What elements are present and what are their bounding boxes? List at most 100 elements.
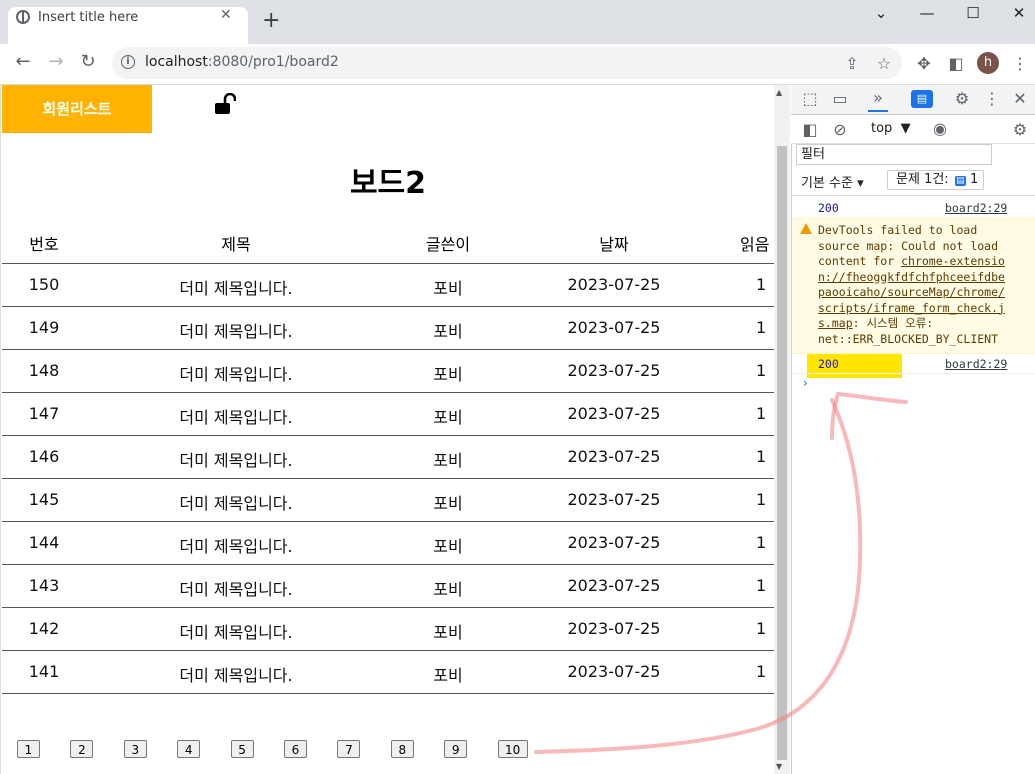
cell-date: 2023-07-25 (567, 447, 661, 466)
clear-console-icon[interactable]: ⊘ (830, 120, 850, 139)
table-row-divider (2, 564, 774, 565)
console-log-value: 200 (818, 201, 839, 215)
page-button[interactable]: 3 (123, 740, 147, 758)
cell-date: 2023-07-25 (567, 662, 661, 681)
console-log-source-link[interactable]: board2:29 (945, 357, 1007, 371)
cell-author: 포비 (433, 666, 463, 685)
tab-title: Insert title here (38, 10, 139, 25)
cell-no: 147 (28, 404, 60, 423)
extensions-icon[interactable]: ✥ (914, 54, 934, 73)
console-message-icon[interactable]: ▤ (911, 90, 933, 108)
sidepanel-icon[interactable]: ◧ (946, 54, 966, 73)
table-row-divider (2, 435, 774, 436)
column-header-date: 날짜 (599, 235, 629, 254)
info-icon[interactable]: i (121, 55, 135, 69)
cell-author: 포비 (433, 279, 463, 298)
cell-title[interactable]: 더미 제목입니다. (150, 662, 322, 686)
table-row-divider (2, 521, 774, 522)
page-button[interactable]: 9 (444, 740, 468, 758)
cell-author: 포비 (433, 537, 463, 556)
share-icon[interactable]: ⇪ (842, 54, 862, 73)
minimize-button[interactable]: — (912, 4, 942, 22)
cell-title[interactable]: 더미 제목입니다. (150, 533, 322, 557)
eye-icon[interactable]: ◉ (930, 119, 950, 138)
cell-title[interactable]: 더미 제목입니다. (150, 361, 322, 385)
back-button[interactable]: ← (10, 51, 36, 72)
close-window-button[interactable]: ✕ (1004, 4, 1034, 22)
menu-icon[interactable]: ⋮ (1010, 54, 1030, 73)
devtools-menu-icon[interactable]: ⋮ (982, 89, 1002, 108)
warning-message: DevTools failed to load source map: Coul… (818, 223, 1005, 346)
star-icon[interactable]: ☆ (874, 54, 894, 73)
tab-search-icon[interactable]: ⌄ (866, 4, 896, 22)
console-settings-icon[interactable]: ⚙ (1010, 120, 1030, 139)
cell-date: 2023-07-25 (567, 275, 661, 294)
cell-author: 포비 (433, 580, 463, 599)
cell-title[interactable]: 더미 제목입니다. (150, 490, 322, 514)
page-button[interactable]: 6 (284, 740, 307, 758)
table-divider (2, 263, 774, 264)
scroll-down-arrow-icon[interactable]: ▼ (776, 762, 782, 771)
new-tab-button[interactable]: + (262, 10, 280, 32)
cell-author: 포비 (433, 451, 463, 470)
gear-icon[interactable]: ⚙ (952, 89, 972, 108)
log-levels-dropdown[interactable]: 기본 수준 ▾ (801, 172, 864, 191)
cell-no: 149 (28, 318, 60, 337)
maximize-button[interactable]: ☐ (958, 4, 988, 22)
page-button[interactable]: 8 (390, 740, 414, 758)
cell-author: 포비 (433, 322, 463, 341)
console-log-source-link[interactable]: board2:29 (945, 201, 1007, 215)
context-selector[interactable]: top ▼ (871, 121, 911, 136)
cell-date: 2023-07-25 (567, 576, 661, 595)
page-button[interactable]: 1 (17, 740, 40, 758)
url-text[interactable]: localhost:8080/pro1/board2 (145, 54, 339, 70)
cell-no: 141 (28, 662, 60, 681)
forward-button[interactable]: → (43, 51, 69, 72)
cell-title[interactable]: 더미 제목입니다. (150, 447, 322, 471)
filter-input[interactable]: 필터 (796, 144, 992, 165)
table-row-divider (2, 478, 774, 479)
cell-title[interactable]: 더미 제목입니다. (150, 619, 322, 643)
cell-author: 포비 (433, 365, 463, 384)
avatar[interactable]: h (977, 52, 999, 74)
cell-title[interactable]: 더미 제목입니다. (150, 576, 322, 600)
cell-title[interactable]: 더미 제목입니다. (150, 404, 322, 428)
cell-date: 2023-07-25 (567, 318, 661, 337)
issues-label: 문제 1건: (896, 172, 949, 187)
tab-close-icon[interactable]: ✕ (220, 7, 232, 23)
cell-no: 143 (28, 576, 60, 595)
cell-no: 148 (28, 361, 60, 380)
scroll-up-arrow-icon[interactable]: ▲ (776, 88, 782, 97)
warning-icon (800, 223, 812, 234)
close-icon[interactable]: ✕ (1010, 89, 1030, 108)
cell-no: 145 (28, 490, 60, 509)
issue-icon: ▤ (954, 176, 966, 186)
cell-date: 2023-07-25 (567, 619, 661, 638)
sidebar-toggle-icon[interactable]: ◧ (800, 120, 820, 139)
page-button[interactable]: 5 (230, 740, 254, 758)
cell-no: 142 (28, 619, 60, 638)
cell-title[interactable]: 더미 제목입니다. (150, 318, 322, 342)
page-button[interactable]: 10 (497, 740, 528, 758)
cell-title[interactable]: 더미 제목입니다. (150, 275, 322, 299)
table-row-divider (2, 306, 774, 307)
cell-no: 144 (28, 533, 60, 552)
table-row-divider (2, 392, 774, 393)
console-prompt[interactable]: › (803, 376, 808, 390)
cell-author: 포비 (433, 494, 463, 513)
page-title: 보드2 (349, 166, 427, 201)
column-header-no: 번호 (29, 235, 59, 254)
scrollbar-thumb[interactable] (777, 146, 787, 760)
issues-button[interactable]: 문제 1건: ▤ 1 (887, 170, 984, 190)
cell-no: 150 (28, 275, 60, 294)
unlock-icon[interactable] (214, 93, 236, 115)
page-button[interactable]: 7 (337, 740, 361, 758)
inspect-element-icon[interactable]: ⬚ (800, 89, 820, 108)
page-button[interactable]: 4 (177, 740, 201, 758)
page-button[interactable]: 2 (70, 740, 94, 758)
device-toolbar-icon[interactable]: ▭ (830, 89, 850, 108)
member-list-button[interactable]: 회원리스트 (2, 85, 152, 133)
reload-button[interactable]: ↻ (75, 51, 101, 72)
more-tabs-icon[interactable]: » (868, 88, 888, 112)
table-row-divider (2, 650, 774, 651)
